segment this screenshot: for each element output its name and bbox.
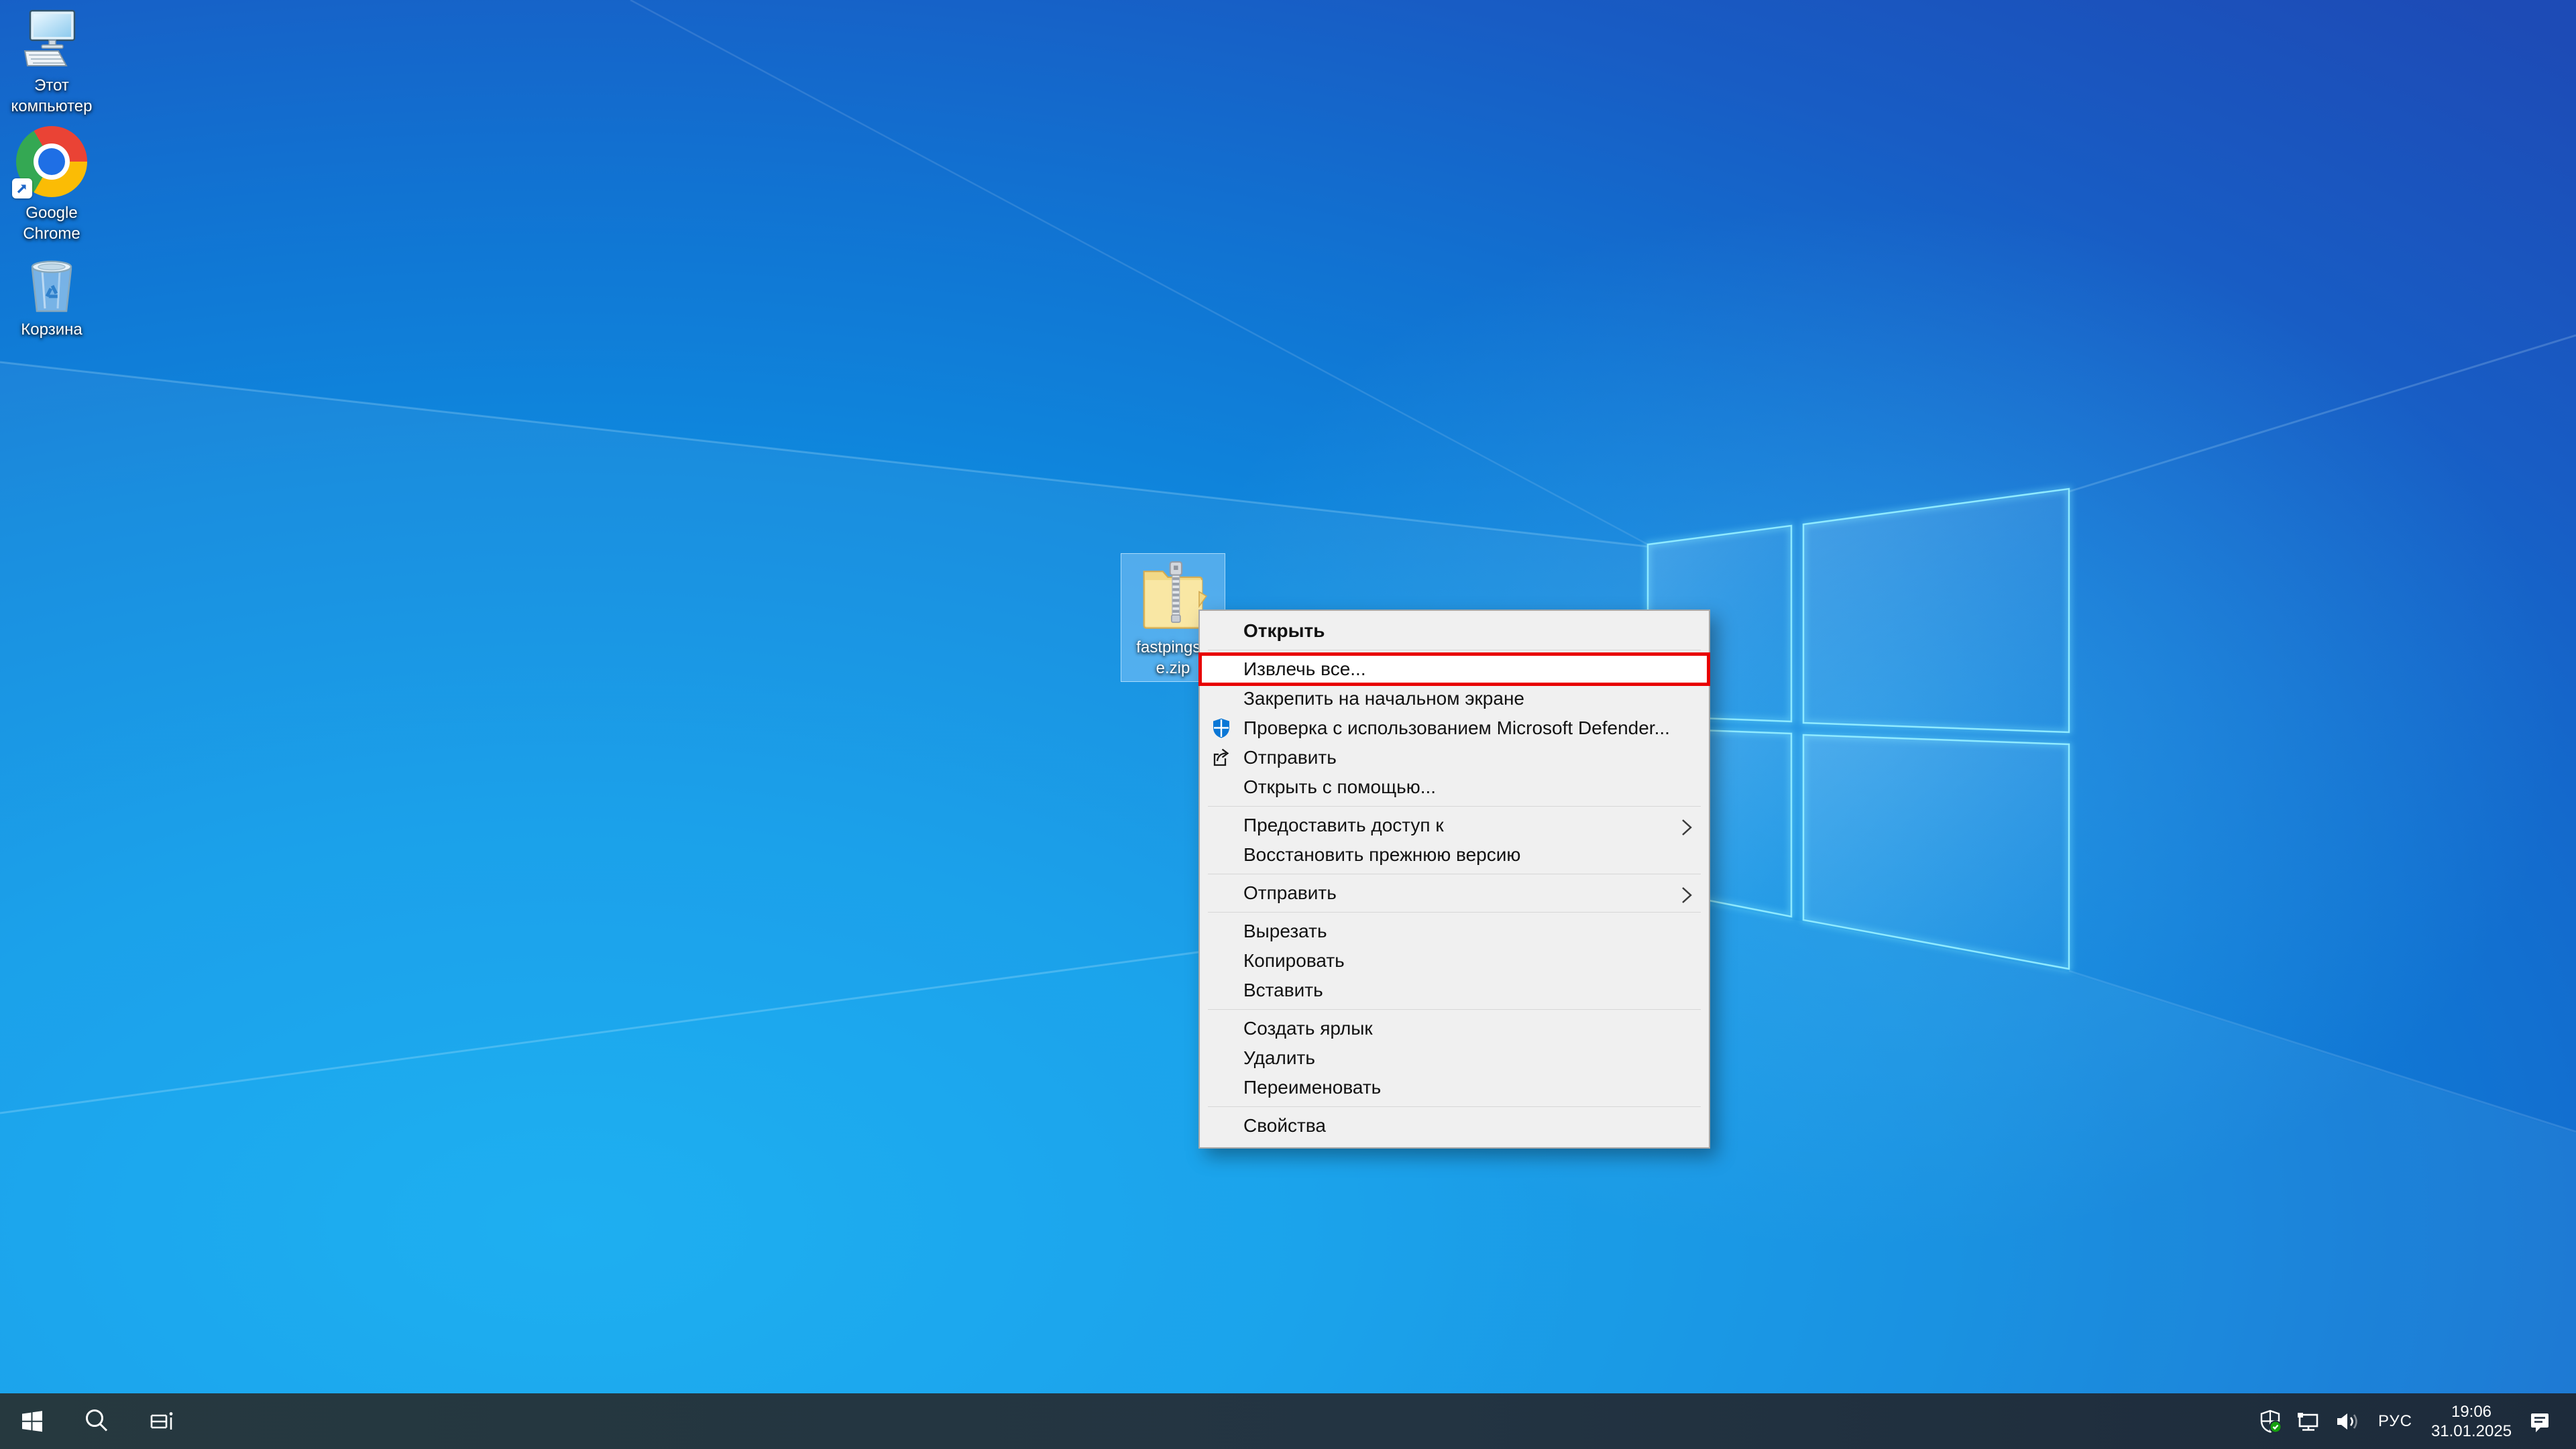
desktop-icon-google-chrome[interactable]: Google Chrome [1,126,102,244]
defender-icon[interactable] [2257,1409,2283,1434]
desktop: Этот компьютер Google Chrome [0,0,2576,1449]
clock-date: 31.01.2025 [2428,1422,2514,1441]
menu-item-label: Открыть [1243,620,1325,641]
language-indicator[interactable]: РУС [2374,1412,2416,1431]
action-center-icon[interactable] [2526,1408,2553,1435]
menu-item-label: Открыть с помощью... [1243,776,1436,797]
defender-icon [1210,717,1233,740]
menu-item-restore-previous[interactable]: Восстановить прежнюю версию [1200,840,1709,870]
menu-item-label: Вставить [1243,980,1323,1000]
task-view-icon [147,1408,175,1435]
menu-separator [1208,912,1701,913]
menu-item-paste[interactable]: Вставить [1200,976,1709,1005]
zip-file-icon [1138,559,1208,633]
menu-item-send-to[interactable]: Отправить [1200,878,1709,908]
menu-item-label: Переименовать [1243,1077,1381,1098]
menu-item-label: Свойства [1243,1115,1326,1136]
menu-item-label: Отправить [1243,882,1337,903]
submenu-chevron-icon [1681,816,1693,835]
menu-item-label: Извлечь все... [1243,658,1366,679]
menu-item-label: Вырезать [1243,921,1327,941]
network-icon[interactable] [2295,1409,2322,1434]
menu-separator [1208,1106,1701,1107]
menu-item-create-shortcut[interactable]: Создать ярлык [1200,1014,1709,1043]
chrome-icon [16,126,87,197]
recycle-bin-icon [21,251,82,314]
menu-item-open-with[interactable]: Открыть с помощью... [1200,772,1709,802]
desktop-icon-recycle-bin[interactable]: Корзина [1,251,102,340]
this-pc-icon [19,8,84,70]
taskbar-clock[interactable]: 19:06 31.01.2025 [2428,1402,2514,1441]
system-tray: РУС 19:06 31.01.2025 [2257,1393,2576,1449]
shortcut-arrow-icon [12,178,32,198]
start-button[interactable] [0,1393,64,1449]
menu-item-rename[interactable]: Переименовать [1200,1073,1709,1102]
recycle-bin-label: Корзина [21,319,82,340]
clock-time: 19:06 [2428,1402,2514,1422]
menu-item-label: Проверка с использованием Microsoft Defe… [1243,717,1670,738]
menu-item-properties[interactable]: Свойства [1200,1111,1709,1141]
menu-item-label: Отправить [1243,747,1337,768]
menu-item-delete[interactable]: Удалить [1200,1043,1709,1073]
menu-separator [1208,1009,1701,1010]
share-icon [1210,746,1233,769]
chrome-label: Google Chrome [23,202,80,244]
volume-icon[interactable] [2334,1409,2362,1434]
menu-item-share[interactable]: Отправить [1200,743,1709,772]
menu-item-label: Копировать [1243,950,1345,971]
desktop-icon-this-pc[interactable]: Этот компьютер [1,8,102,117]
menu-item-open[interactable]: Открыть [1200,616,1709,646]
menu-item-label: Закрепить на начальном экране [1243,688,1524,709]
search-button[interactable] [64,1393,129,1449]
menu-item-label: Предоставить доступ к [1243,815,1444,835]
submenu-chevron-icon [1681,884,1693,903]
search-icon [83,1408,110,1435]
menu-item-pin-to-start[interactable]: Закрепить на начальном экране [1200,684,1709,713]
menu-item-cut[interactable]: Вырезать [1200,917,1709,946]
menu-item-copy[interactable]: Копировать [1200,946,1709,976]
task-view-button[interactable] [129,1393,193,1449]
menu-item-extract-all[interactable]: Извлечь все... [1200,654,1709,684]
windows-logo-icon [20,1409,44,1434]
taskbar: РУС 19:06 31.01.2025 [0,1393,2576,1449]
menu-separator [1208,806,1701,807]
menu-item-label: Восстановить прежнюю версию [1243,844,1520,865]
context-menu: Открыть Извлечь все... Закрепить на началь… [1198,610,1710,1149]
menu-item-label: Удалить [1243,1047,1315,1068]
menu-item-label: Создать ярлык [1243,1018,1373,1039]
menu-item-give-access-to[interactable]: Предоставить доступ к [1200,811,1709,840]
menu-item-defender-scan[interactable]: Проверка с использованием Microsoft Defe… [1200,713,1709,743]
this-pc-label: Этот компьютер [11,75,92,117]
